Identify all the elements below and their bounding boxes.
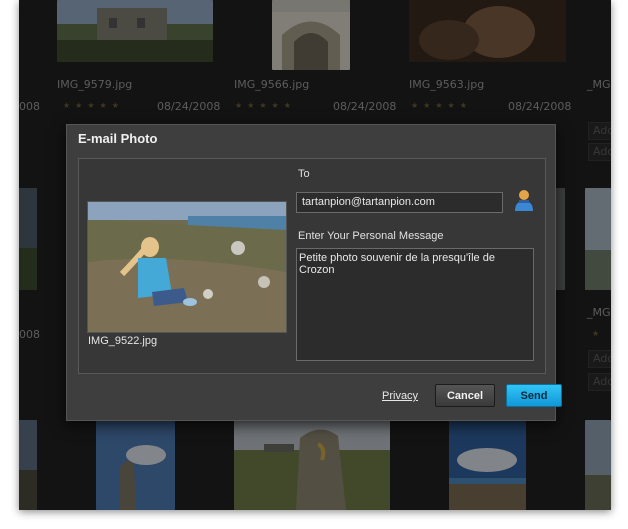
dialog-content-panel: IMG_9522.jpg To tartanpion@tartanpion.co… bbox=[78, 158, 546, 374]
privacy-link[interactable]: Privacy bbox=[382, 390, 418, 402]
to-label: To bbox=[298, 168, 310, 180]
to-email-field[interactable]: tartanpion@tartanpion.com bbox=[296, 192, 503, 213]
send-button[interactable]: Send bbox=[506, 384, 562, 407]
email-photo-dialog: E-mail Photo IMG_9522.jpg To tartanpion@… bbox=[66, 124, 562, 421]
cancel-button[interactable]: Cancel bbox=[435, 384, 495, 407]
personal-message-field[interactable]: Petite photo souvenir de la presqu'île d… bbox=[296, 248, 534, 361]
dialog-title: E-mail Photo bbox=[78, 131, 158, 146]
preview-filename: IMG_9522.jpg bbox=[88, 335, 158, 347]
photo-preview bbox=[87, 201, 287, 333]
personal-message-label: Enter Your Personal Message bbox=[298, 230, 444, 242]
address-book-icon[interactable] bbox=[513, 189, 535, 213]
photo-browser-window: IMG_9579.jpg IMG_9566.jpg IMG_9563.jpg _… bbox=[19, 0, 611, 510]
